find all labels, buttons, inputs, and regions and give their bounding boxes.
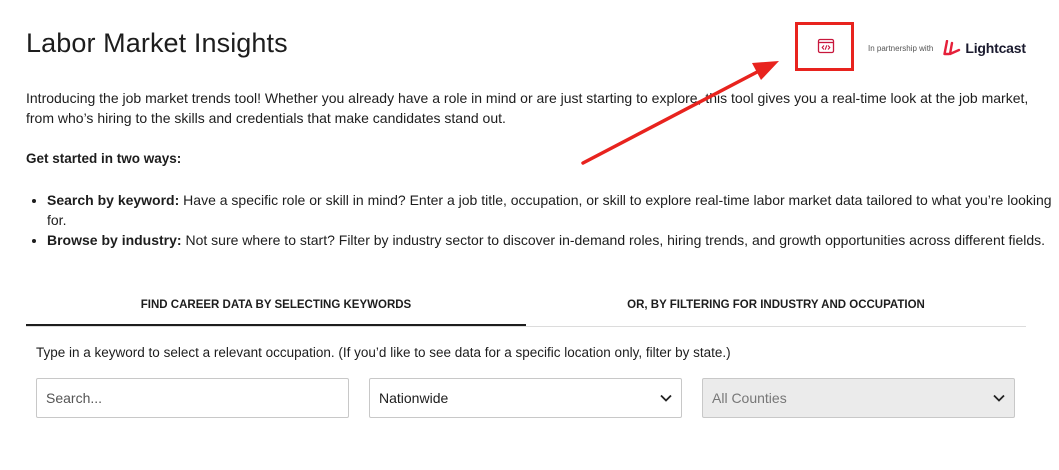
list-item-label: Browse by industry: xyxy=(47,232,182,248)
state-select[interactable]: Nationwide xyxy=(369,378,682,418)
state-select-value: Nationwide xyxy=(379,390,449,406)
embed-code-button[interactable] xyxy=(817,37,835,55)
list-item-text: Have a specific role or skill in mind? E… xyxy=(47,192,1052,228)
partner-attribution: In partnership with Lightcast xyxy=(868,40,1026,56)
lightcast-mark-icon xyxy=(943,40,961,56)
search-instruction: Type in a keyword to select a relevant o… xyxy=(36,345,731,360)
tab-bar: FIND CAREER DATA BY SELECTING KEYWORDS O… xyxy=(26,290,1026,327)
lightcast-logo: Lightcast xyxy=(943,40,1026,56)
chevron-down-icon xyxy=(993,394,1005,402)
ways-list: Search by keyword: Have a specific role … xyxy=(26,190,1052,250)
get-started-heading: Get started in two ways: xyxy=(26,151,182,166)
lightcast-wordmark: Lightcast xyxy=(965,40,1026,56)
list-item: Browse by industry: Not sure where to st… xyxy=(47,230,1052,250)
tab-industry-occupation[interactable]: OR, BY FILTERING FOR INDUSTRY AND OCCUPA… xyxy=(526,290,1026,326)
code-window-icon xyxy=(817,38,835,54)
search-input[interactable] xyxy=(36,378,349,418)
county-select-value: All Counties xyxy=(712,390,787,406)
list-item-text: Not sure where to start? Filter by indus… xyxy=(185,232,1046,248)
intro-text: Introducing the job market trends tool! … xyxy=(26,90,1029,126)
page-title: Labor Market Insights xyxy=(26,28,288,58)
tab-keywords[interactable]: FIND CAREER DATA BY SELECTING KEYWORDS xyxy=(26,290,526,326)
partner-text: In partnership with xyxy=(868,43,934,53)
chevron-down-icon xyxy=(660,394,672,402)
county-select[interactable]: All Counties xyxy=(702,378,1015,418)
list-item: Search by keyword: Have a specific role … xyxy=(47,190,1052,230)
list-item-label: Search by keyword: xyxy=(47,192,180,208)
